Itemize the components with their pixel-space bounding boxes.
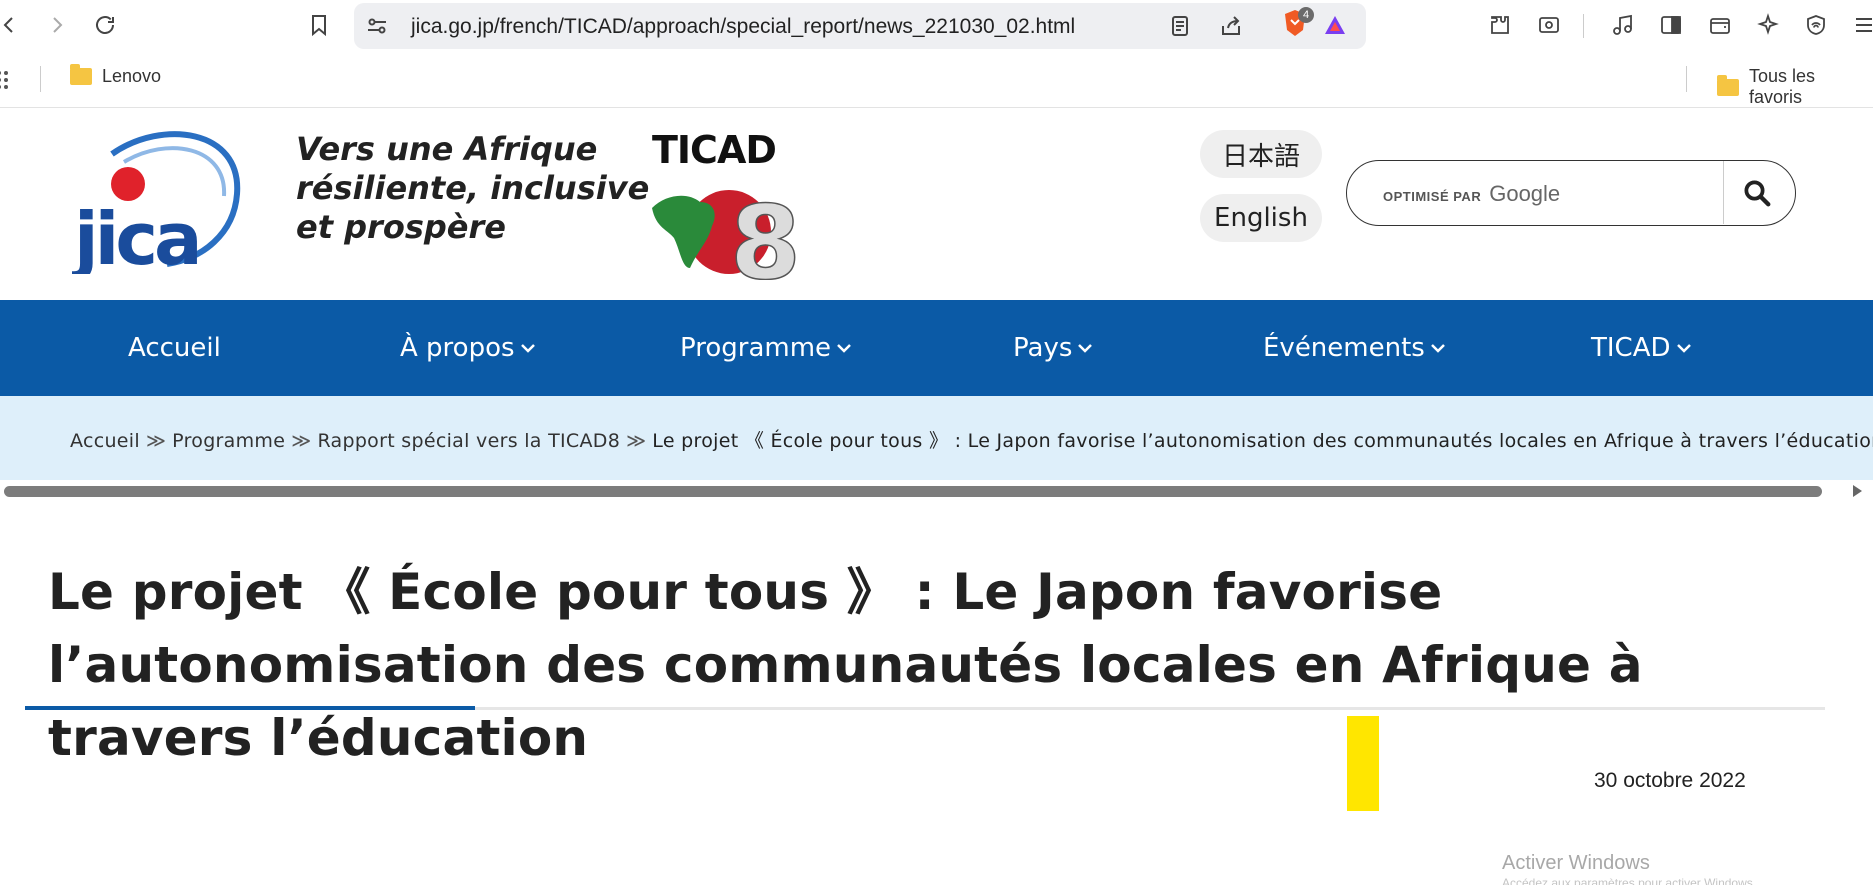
site-settings-icon[interactable] xyxy=(362,11,392,41)
windows-activation-subtext: Accédez aux paramètres pour activer Wind… xyxy=(1502,876,1757,885)
search-brand: Google xyxy=(1489,181,1561,206)
media-icon[interactable] xyxy=(1608,10,1638,40)
nav-label: TICAD xyxy=(1591,333,1671,363)
ticad8-logo: 8 xyxy=(646,130,802,304)
horizontal-scrollbar[interactable] xyxy=(0,480,1873,502)
site-search-box[interactable]: OPTIMISÉ PAR Google xyxy=(1346,160,1796,226)
leo-ai-icon[interactable] xyxy=(1753,10,1783,40)
tagline-line: Vers une Afrique xyxy=(296,130,598,168)
nav-item-programme[interactable]: Programme xyxy=(680,300,853,396)
breadcrumb-trail: Accueil ≫ Programme ≫ Rapport spécial vers l… xyxy=(70,426,1873,453)
forward-icon[interactable] xyxy=(42,10,72,40)
windows-activation-watermark: Activer Windows xyxy=(1502,852,1650,874)
chevron-down-icon xyxy=(837,344,851,353)
chevron-down-icon xyxy=(1078,344,1093,353)
browser-toolbar: jica.go.jp/french/TICAD/approach/special… xyxy=(0,0,1873,52)
extensions-icon[interactable] xyxy=(1485,10,1515,40)
search-button[interactable] xyxy=(1737,175,1777,211)
vpn-icon[interactable] xyxy=(1801,10,1831,40)
article-title: Le projet 《 École pour tous 》 : Le Japon… xyxy=(48,563,1643,767)
chevron-down-icon xyxy=(1430,344,1445,353)
nav-label: À propos xyxy=(400,333,515,363)
svg-text:8: 8 xyxy=(730,184,796,280)
bookmarks-divider xyxy=(40,66,41,92)
folder-icon xyxy=(70,64,92,85)
title-underline-accent xyxy=(25,706,475,710)
back-icon[interactable] xyxy=(0,10,24,40)
bookmark-icon[interactable] xyxy=(304,10,334,40)
address-bar[interactable]: jica.go.jp/french/TICAD/approach/special… xyxy=(354,3,1366,49)
toolbar-divider xyxy=(1583,14,1584,38)
nav-item-evenements[interactable]: Événements xyxy=(1263,300,1447,396)
bookmarks-divider xyxy=(1686,66,1687,92)
chevron-down-icon xyxy=(1676,344,1691,353)
chevron-down-icon xyxy=(520,344,535,353)
menu-icon[interactable] xyxy=(1849,10,1873,40)
scrollbar-thumb[interactable] xyxy=(4,486,1822,497)
nav-item-pays[interactable]: Pays xyxy=(1013,300,1094,396)
bookmark-label: Lenovo xyxy=(102,66,162,86)
search-prefix: OPTIMISÉ PAR xyxy=(1383,189,1482,204)
folder-icon xyxy=(1717,74,1739,96)
breadcrumb-separator-icon: ≫ xyxy=(291,430,312,452)
nav-item-a-propos[interactable]: À propos xyxy=(400,300,537,396)
scroll-right-arrow-icon[interactable] xyxy=(1853,485,1862,497)
bookmark-folder-lenovo[interactable]: Lenovo xyxy=(70,64,162,87)
breadcrumb-separator-icon: ≫ xyxy=(626,430,647,452)
nav-item-ticad[interactable]: TICAD xyxy=(1591,300,1693,396)
nav-label: Accueil xyxy=(128,333,221,363)
brave-rewards-icon[interactable] xyxy=(1320,10,1350,40)
language-japanese-button[interactable]: 日本語 xyxy=(1200,130,1322,178)
breadcrumb-current: Le projet 《 École pour tous 》 : Le Japon… xyxy=(652,430,1873,452)
all-bookmarks-label: Tous les favoris xyxy=(1748,66,1816,107)
breadcrumb: Accueil ≫ Programme ≫ Rapport spécial vers l… xyxy=(0,396,1873,480)
search-icon xyxy=(1744,180,1771,207)
nav-label: Pays xyxy=(1013,333,1073,363)
breadcrumb-link-accueil[interactable]: Accueil xyxy=(70,430,140,452)
bookmarks-bar: Lenovo Tous les favoris xyxy=(0,52,1873,108)
apps-grid-icon[interactable] xyxy=(0,68,10,90)
yellow-accent-bar xyxy=(1347,716,1379,811)
all-bookmarks-folder[interactable]: Tous les favoris xyxy=(1717,66,1873,108)
tab-search-icon[interactable] xyxy=(1534,10,1564,40)
breadcrumb-separator-icon: ≫ xyxy=(145,430,167,452)
nav-label: Événements xyxy=(1263,333,1425,363)
share-icon[interactable] xyxy=(1216,11,1246,41)
nav-label: Programme xyxy=(680,333,832,363)
wallet-icon[interactable] xyxy=(1705,10,1735,40)
sidebar-icon[interactable] xyxy=(1656,10,1686,40)
site-header: jica Vers une Afrique résiliente, inclus… xyxy=(0,108,1873,304)
article-date: 30 octobre 2022 xyxy=(1594,769,1746,792)
url-text[interactable]: jica.go.jp/french/TICAD/approach/special… xyxy=(411,15,1075,39)
language-english-button[interactable]: English xyxy=(1200,194,1322,242)
jica-logo[interactable]: jica xyxy=(71,124,242,281)
nav-item-accueil[interactable]: Accueil xyxy=(128,300,221,396)
reload-icon[interactable] xyxy=(90,10,120,40)
svg-text:jica: jica xyxy=(72,197,199,274)
reader-mode-icon[interactable] xyxy=(1165,11,1195,41)
breadcrumb-link-rapport[interactable]: Rapport spécial vers la TICAD8 xyxy=(317,430,620,452)
shields-count-badge: 4 xyxy=(1298,7,1314,23)
search-divider xyxy=(1723,161,1724,224)
breadcrumb-link-programme[interactable]: Programme xyxy=(172,430,285,452)
search-input[interactable]: OPTIMISÉ PAR Google xyxy=(1383,181,1560,207)
main-navigation: Accueil À propos Programme Pays Événemen… xyxy=(0,300,1873,396)
site-tagline: Vers une Afrique résiliente, inclusive e… xyxy=(296,130,649,247)
tagline-line: et prospère xyxy=(296,208,506,246)
tagline-line: résiliente, inclusive xyxy=(296,169,650,207)
